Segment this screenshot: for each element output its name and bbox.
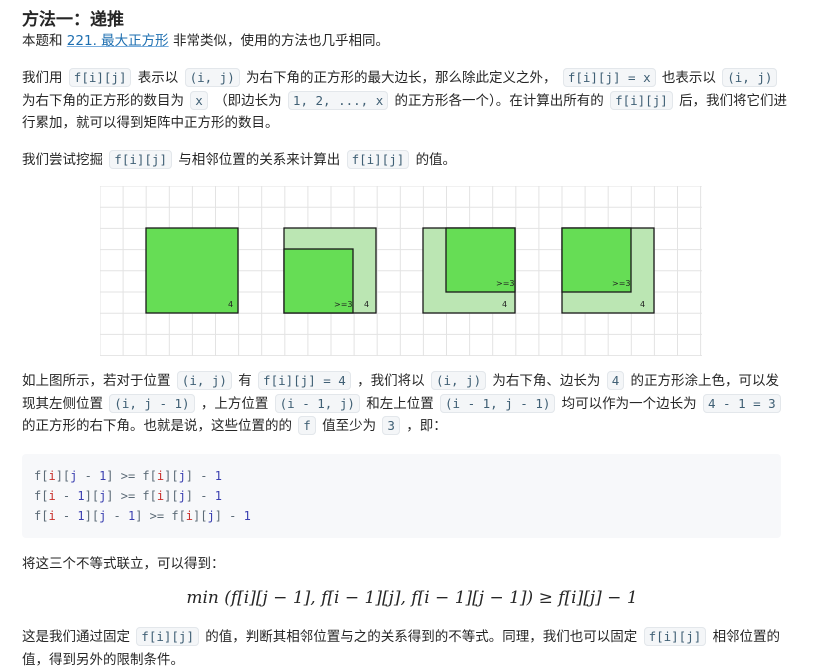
text: 表示以: [137, 70, 179, 86]
definition-paragraph: 我们用 f[i][j] 表示以 (i, j) 为右下角的正方形的最大边长，那么除…: [22, 67, 792, 135]
inline-code: f[i][j]: [109, 150, 172, 169]
text: 与相邻位置的关系来计算出: [178, 152, 341, 168]
inline-code: (i - 1, j - 1): [440, 393, 556, 413]
text: ，即：: [406, 418, 447, 434]
squares-figure: 4 >=3 4 >=3 4 >=3 4: [100, 186, 702, 356]
text: 和左上位置: [366, 395, 434, 412]
text: 的正方形各一个）。在计算出所有的: [394, 92, 604, 109]
text: 本题和: [22, 33, 67, 49]
inner-label: >=3: [496, 279, 515, 288]
text: 的值，判断其相邻位置与之的关系得到的不等式。同理，我们也可以固定: [205, 629, 638, 645]
combine-paragraph: 将这三个不等式联立，可以得到：: [22, 553, 792, 576]
text: 的值。: [415, 152, 457, 168]
inline-code: f[i][j]: [643, 627, 707, 646]
text: 为右下角的正方形的最大边长，那么除此定义之外，: [246, 70, 557, 86]
text: 我们用: [22, 70, 63, 86]
inner-label: >=3: [334, 300, 353, 309]
related-problem-link[interactable]: 221. 最大正方形: [67, 33, 169, 49]
inline-code: x: [190, 90, 208, 110]
code-block[interactable]: f[i][j - 1] >= f[i][j] - 1 f[i - 1][j] >=…: [22, 454, 781, 538]
inline-code: f[i][j]: [68, 68, 132, 87]
inline-code: f: [298, 416, 316, 435]
code-line: f[i][j - 1] >= f[i][j] - 1: [34, 469, 222, 483]
text: 我们尝试挖掘: [22, 152, 103, 168]
text: 值至少为: [322, 418, 377, 434]
corner-label: 4: [364, 300, 369, 309]
section-title: 方法一：递推: [22, 10, 124, 30]
formula: min (f[i][j − 1], f[i − 1][j], f[i − 1][…: [186, 588, 638, 608]
inline-code: f[i][j]: [610, 90, 673, 110]
text: ，上方位置: [200, 395, 269, 412]
inline-code: f[i][j]: [346, 150, 410, 169]
explanation-paragraph: 如上图所示，若对于位置 (i, j) 有 f[i][j] = 4 ，我们将以 (…: [22, 370, 792, 438]
relation-paragraph: 我们尝试挖掘 f[i][j] 与相邻位置的关系来计算出 f[i][j] 的值。: [22, 149, 792, 172]
inline-code: (i, j): [184, 68, 240, 87]
inline-code: f[i][j] = 4: [258, 371, 351, 390]
text: 均可以作为一个边长为: [561, 395, 697, 412]
conclusion-paragraph: 这是我们通过固定 f[i][j] 的值，判断其相邻位置与之的关系得到的不等式。同…: [22, 626, 792, 671]
text: ，我们将以: [357, 373, 425, 389]
inline-code: f[i][j] = x: [562, 68, 656, 87]
inline-code: (i - 1, j): [274, 393, 360, 413]
inline-code: 3: [382, 416, 400, 435]
inline-code: (i, j): [430, 371, 487, 390]
solution-page: 方法一：递推 本题和 221. 最大正方形 非常类似，使用的方法也几乎相同。 我…: [0, 0, 824, 671]
text: 也表示以: [661, 70, 716, 86]
code-line: f[i - 1][j] >= f[i][j] - 1: [34, 489, 222, 503]
text: 为右下角的正方形的数目为: [22, 92, 184, 109]
code-line: f[i - 1][j - 1] >= f[i][j] - 1: [34, 509, 251, 523]
text: 如上图所示，若对于位置: [22, 373, 171, 389]
inline-code: 4: [606, 371, 625, 390]
inner-label: >=3: [612, 279, 631, 288]
text: 这是我们通过固定: [22, 629, 130, 645]
corner-label: 4: [640, 300, 645, 309]
corner-label: 4: [502, 300, 507, 309]
inline-code: (i, j): [722, 68, 778, 87]
inline-code: f[i][j]: [136, 627, 199, 646]
text: （即边长为: [214, 92, 282, 109]
inline-code: (i, j): [176, 371, 232, 390]
text: 为右下角、边长为: [492, 373, 601, 389]
code-content: f[i][j - 1] >= f[i][j] - 1 f[i - 1][j] >=…: [22, 454, 781, 538]
inline-code: (i, j - 1): [109, 393, 195, 413]
text: 非常类似，使用的方法也几乎相同。: [168, 33, 389, 49]
text: 的正方形的右下角。也就是说，这些位置的的: [22, 418, 292, 434]
text: 将这三个不等式联立，可以得到：: [22, 556, 225, 572]
intro-paragraph: 本题和 221. 最大正方形 非常类似，使用的方法也几乎相同。: [22, 30, 792, 53]
corner-label: 4: [228, 300, 233, 309]
square-full: [145, 227, 239, 314]
text: 有: [238, 373, 252, 389]
inline-code: 1, 2, ..., x: [287, 90, 389, 110]
inline-code: 4 - 1 = 3: [702, 393, 781, 413]
